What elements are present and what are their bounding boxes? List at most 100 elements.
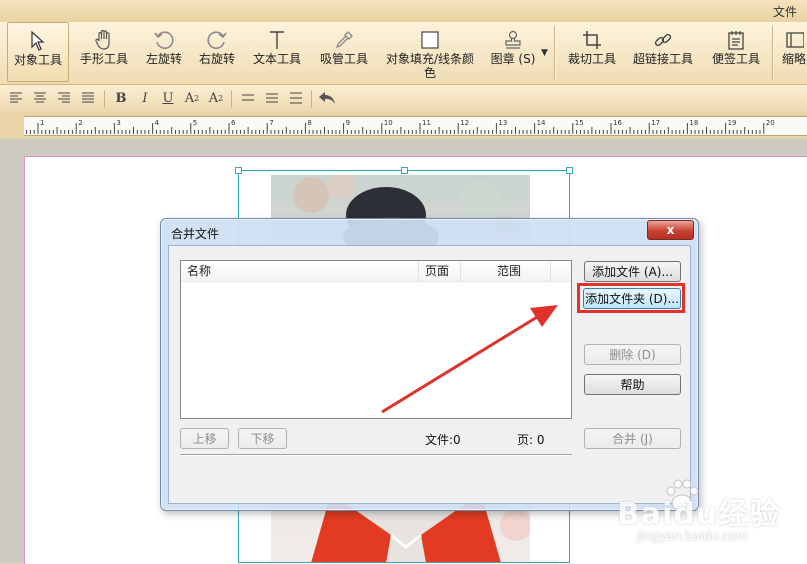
ruler-label: 3 <box>116 119 120 127</box>
subscript-button[interactable]: A2 <box>207 89 225 107</box>
bold-button[interactable]: B <box>112 89 130 107</box>
ruler-label: 11 <box>422 119 431 127</box>
ruler-label: 4 <box>155 119 160 127</box>
ruler-label: 2 <box>78 119 82 127</box>
stamp-icon <box>503 28 523 52</box>
ribbon-separator <box>554 26 555 80</box>
note-tool-button[interactable]: 便签工具 <box>706 22 766 82</box>
line-spacing-icon <box>242 94 254 101</box>
align-left-icon <box>10 92 22 103</box>
crop-icon <box>582 28 602 52</box>
format-separator <box>104 90 105 108</box>
ruler-label: 9 <box>346 119 350 127</box>
undo-button[interactable] <box>318 89 336 107</box>
help-button[interactable]: 帮助 <box>584 374 681 395</box>
ribbon-separator <box>772 26 773 80</box>
stamp-tool-button[interactable]: 图章 (S) <box>488 22 538 82</box>
ruler-scale: 1 2 3 4 5 6 7 8 9 10 11 12 13 14 15 16 17 18 19 20 <box>24 116 807 136</box>
title-strip: 文件 <box>0 0 807 22</box>
line-spacing-icon <box>266 93 278 103</box>
align-center-icon <box>34 92 46 103</box>
align-left-button[interactable] <box>7 89 25 107</box>
resize-handle[interactable] <box>401 167 408 174</box>
ruler-label: 17 <box>651 119 660 127</box>
resize-handle[interactable] <box>235 167 242 174</box>
text-t-icon <box>268 28 286 52</box>
italic-button[interactable]: I <box>136 89 154 107</box>
file-list-header: 名称 页面 范围 <box>181 261 571 282</box>
text-tool-button[interactable]: 文本工具 <box>248 22 306 82</box>
object-tool-button[interactable]: 对象工具 <box>7 22 69 82</box>
underline-button[interactable]: U <box>159 89 177 107</box>
horizontal-ruler[interactable]: 1 2 3 4 5 6 7 8 9 10 11 12 13 14 15 16 17 18 19 20 <box>0 112 807 138</box>
format-separator <box>231 90 232 108</box>
rotate-left-icon <box>153 28 175 52</box>
ruler-label: 16 <box>613 119 622 127</box>
ruler-label: 7 <box>269 119 273 127</box>
resize-handle[interactable] <box>566 167 573 174</box>
dialog-separator <box>180 454 572 455</box>
close-icon: x <box>666 223 675 237</box>
ruler-label: 13 <box>498 119 507 127</box>
eyedropper-icon <box>334 28 354 52</box>
subscript-letter: A <box>208 90 219 106</box>
rotate-right-button[interactable]: 右旋转 <box>192 22 242 82</box>
rotate-left-button[interactable]: 左旋转 <box>139 22 189 82</box>
dialog-title: 合并文件 <box>171 227 220 241</box>
highlight-box <box>577 283 685 313</box>
ruler-label: 10 <box>384 119 393 127</box>
annotation-arrow-icon <box>381 305 558 414</box>
eyedropper-tool-button[interactable]: 吸管工具 <box>316 22 372 82</box>
fill-color-icon <box>420 28 440 52</box>
undo-arrow-icon <box>319 92 335 104</box>
column-header-pages[interactable]: 页面 <box>419 261 461 281</box>
menu-file[interactable]: 文件 <box>773 3 797 20</box>
rotate-right-icon <box>206 28 228 52</box>
line-spacing-2-button[interactable] <box>263 89 281 107</box>
cursor-arrow-icon <box>30 29 46 53</box>
format-separator <box>311 90 312 108</box>
align-right-button[interactable] <box>55 89 73 107</box>
thumbnail-tool-button[interactable]: 缩略 <box>782 22 807 82</box>
ruler-label: 12 <box>460 119 469 127</box>
superscript-mark: 2 <box>194 93 200 103</box>
justify-icon <box>82 92 94 103</box>
superscript-letter: A <box>184 90 195 106</box>
ruler-label: 19 <box>728 119 737 127</box>
page-count: 页: 0 <box>517 433 545 447</box>
column-header-range[interactable]: 范围 <box>461 261 551 281</box>
stamp-dropdown-arrow-icon[interactable]: ▼ <box>541 48 548 58</box>
ruler-label: 8 <box>307 119 311 127</box>
watermark-url: jingyan.baidu.com <box>637 529 748 543</box>
file-count: 文件:0 <box>425 433 461 447</box>
crop-tool-button[interactable]: 裁切工具 <box>564 22 620 82</box>
column-header-name[interactable]: 名称 <box>181 261 419 281</box>
move-down-button[interactable]: 下移 <box>238 428 287 449</box>
line-spacing-3-button[interactable] <box>287 89 305 107</box>
note-icon <box>727 28 745 52</box>
thumbnail-icon <box>782 28 804 52</box>
baidu-jingyan-watermark: Baidu经验 jingyan.baidu.com <box>617 475 797 550</box>
hand-tool-button[interactable]: 手形工具 <box>74 22 134 82</box>
ruler-label: 5 <box>193 119 197 127</box>
merge-button[interactable]: 合并 (J) <box>584 428 681 449</box>
move-up-button[interactable]: 上移 <box>180 428 229 449</box>
align-center-button[interactable] <box>31 89 49 107</box>
ruler-label: 18 <box>689 119 698 127</box>
add-file-button[interactable]: 添加文件 (A)... <box>584 261 681 282</box>
dialog-close-button[interactable]: x <box>647 220 694 240</box>
link-icon <box>653 28 673 52</box>
hyperlink-tool-button[interactable]: 超链接工具 <box>628 22 698 82</box>
fill-line-color-button[interactable]: 对象填充/线条颜色 <box>382 22 478 82</box>
superscript-button[interactable]: A2 <box>183 89 201 107</box>
line-spacing-1-button[interactable] <box>239 89 257 107</box>
ruler-label: 1 <box>40 119 44 127</box>
align-right-icon <box>58 92 70 103</box>
justify-button[interactable] <box>79 89 97 107</box>
ruler-label: 14 <box>537 119 546 127</box>
watermark-brand: Baidu经验 <box>617 497 781 532</box>
delete-button[interactable]: 删除 (D) <box>584 344 681 365</box>
ruler-label: 6 <box>231 119 236 127</box>
subscript-mark: 2 <box>218 93 224 103</box>
ruler-label: 20 <box>766 119 775 127</box>
